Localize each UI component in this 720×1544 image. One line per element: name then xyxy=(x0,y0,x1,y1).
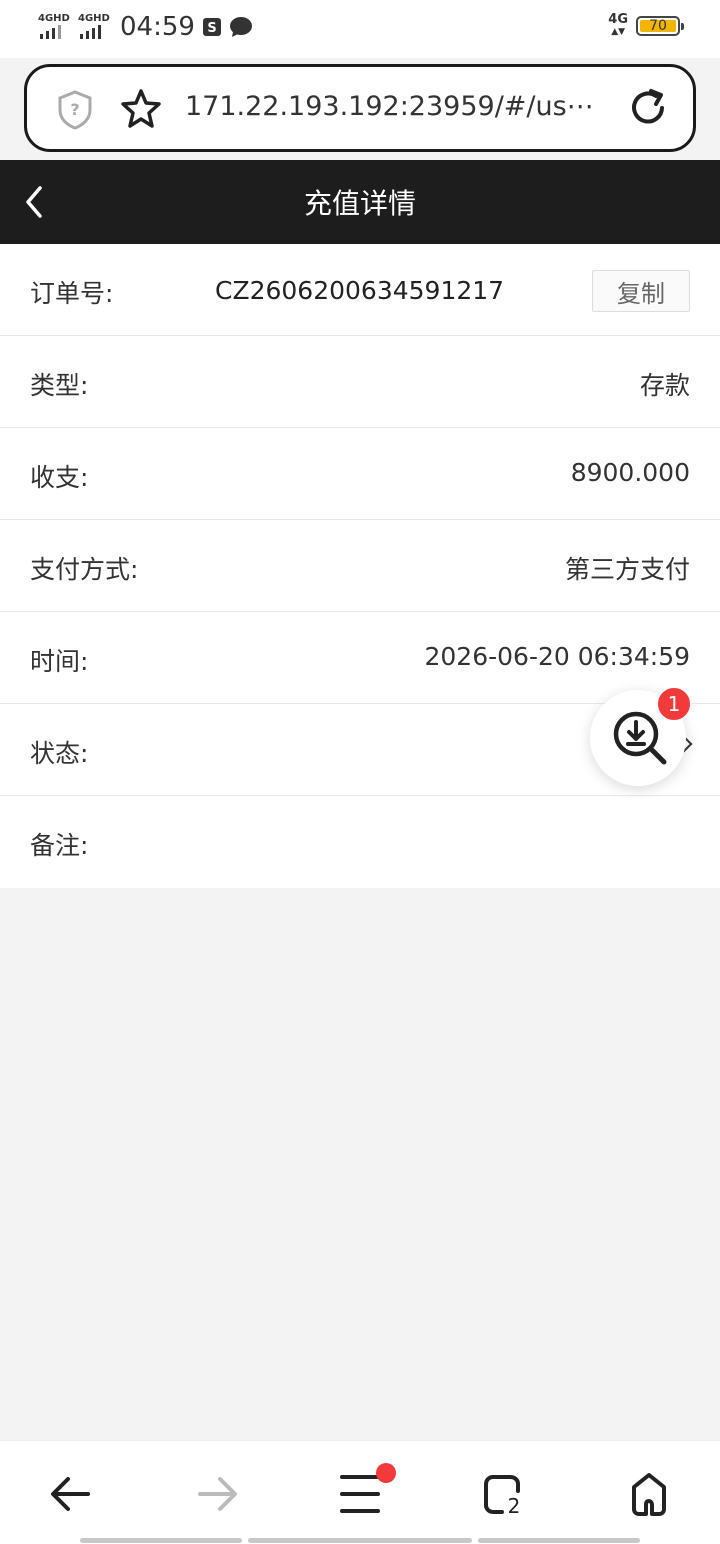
status-bar-right: 4G ▲▼ 70 xyxy=(608,12,684,38)
order-number-row: 订单号: CZ2606200634591217 复制 xyxy=(0,244,720,336)
url-text[interactable]: 171.22.193.192:23959/#/us⋯ xyxy=(185,91,605,122)
payment-method-row: 支付方式: 第三方支付 xyxy=(0,520,720,612)
message-icon xyxy=(229,17,252,37)
gesture-bar-segment xyxy=(248,1538,472,1543)
tab-count: 2 xyxy=(508,1494,521,1518)
forward-arrow-icon[interactable] xyxy=(192,1469,242,1519)
star-icon[interactable] xyxy=(119,87,163,131)
home-icon[interactable] xyxy=(624,1469,674,1519)
status-label: 状态: xyxy=(30,739,89,768)
download-manager-button[interactable]: 1 xyxy=(590,686,692,786)
signal-icon: 4GHD xyxy=(78,13,112,41)
notification-badge: 1 xyxy=(656,686,692,722)
recharge-detail-list: 订单号: CZ2606200634591217 复制 类型: 存款 收支: 89… xyxy=(0,244,720,888)
battery-level: 70 xyxy=(640,18,676,34)
network-indicator: 4G ▲▼ xyxy=(608,12,628,37)
type-label: 类型: xyxy=(30,371,89,400)
copy-button[interactable]: 复制 xyxy=(592,270,690,312)
payment-method-label: 支付方式: xyxy=(30,555,139,584)
signal-icon: 4GHD xyxy=(38,13,72,41)
address-bar[interactable]: ? 171.22.193.192:23959/#/us⋯ xyxy=(24,64,696,152)
payment-method-value: 第三方支付 xyxy=(564,555,690,584)
order-number-label: 订单号: xyxy=(30,279,114,308)
remark-label: 备注: xyxy=(30,831,89,860)
tabs-icon: 2 xyxy=(484,1475,521,1518)
amount-value: 8900.000 xyxy=(570,458,690,487)
menu-notification-dot xyxy=(376,1463,396,1483)
svg-text:?: ? xyxy=(70,100,79,119)
time-value: 2026-06-20 06:34:59 xyxy=(424,642,690,671)
gesture-bar-segment xyxy=(478,1538,640,1543)
clock: 04:59 xyxy=(120,12,195,42)
gesture-bar-segment xyxy=(80,1538,242,1543)
time-row: 时间: 2026-06-20 06:34:59 xyxy=(0,612,720,704)
page-header: 充值详情 xyxy=(0,160,720,244)
svg-text:S: S xyxy=(207,21,216,36)
page-title: 充值详情 xyxy=(303,187,416,220)
tabs-button[interactable]: 2 xyxy=(480,1469,530,1519)
status-bar-left: 4GHD 4GHD 04:59 S xyxy=(38,12,253,42)
network-label: 4G xyxy=(608,12,628,27)
menu-button[interactable] xyxy=(336,1463,396,1519)
order-number-value: CZ2606200634591217 xyxy=(215,276,505,305)
browser-bottom-nav: 2 xyxy=(0,1440,720,1544)
amount-label: 收支: xyxy=(30,463,89,492)
reload-icon[interactable] xyxy=(627,87,669,129)
status-bar: 4GHD 4GHD 04:59 S 4G ▲▼ 70 xyxy=(0,0,720,58)
screenshot-app-icon: S xyxy=(202,18,221,36)
time-label: 时间: xyxy=(30,647,89,676)
signal-label: 4GHD xyxy=(38,13,70,24)
amount-row: 收支: 8900.000 xyxy=(0,428,720,520)
shield-question-icon[interactable]: ? xyxy=(55,89,95,131)
type-value: 存款 xyxy=(639,371,690,400)
back-arrow-icon[interactable] xyxy=(46,1469,96,1519)
remark-row: 备注: xyxy=(0,796,720,888)
signal-label: 4GHD xyxy=(78,13,110,24)
type-row: 类型: 存款 xyxy=(0,336,720,428)
battery-icon: 70 xyxy=(636,16,684,36)
